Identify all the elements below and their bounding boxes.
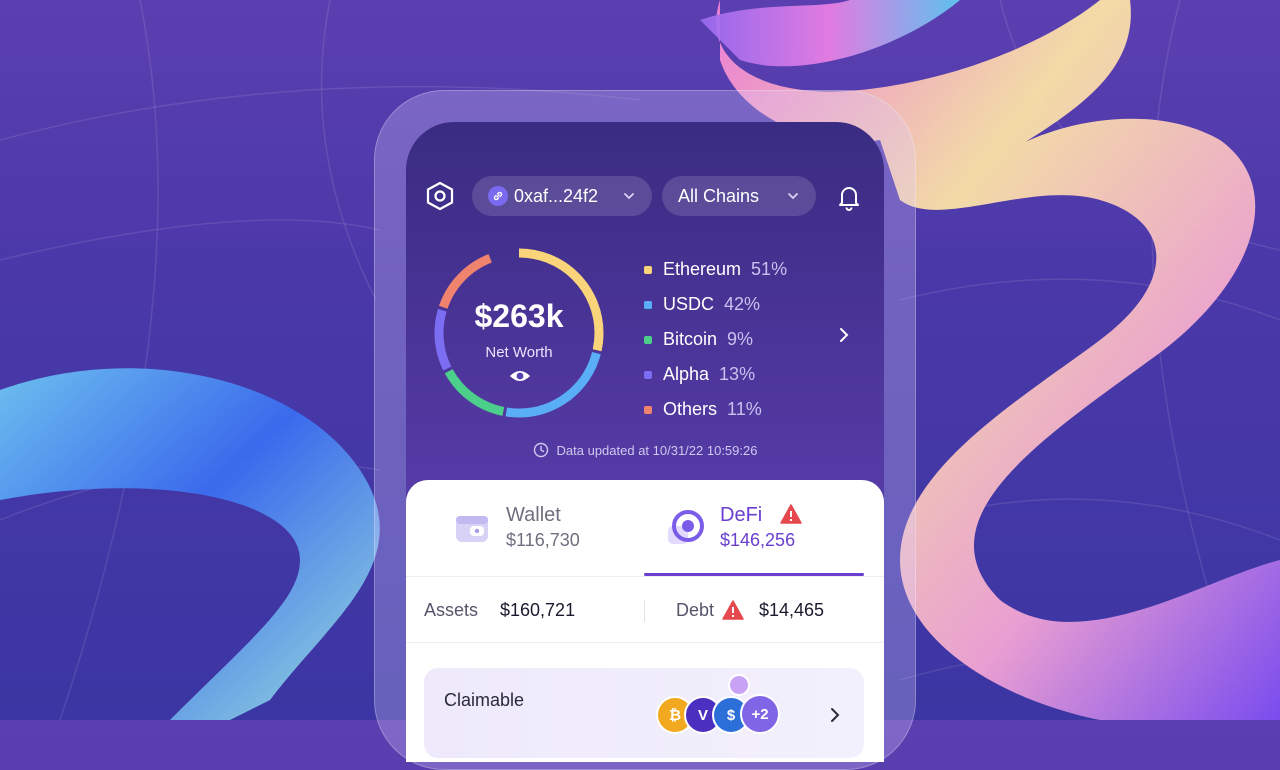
eye-icon[interactable] [509, 368, 531, 384]
debt-label: Debt [676, 600, 715, 620]
address-text: 0xaf...24f2 [514, 185, 599, 206]
more-tokens-badge: +2 [740, 694, 780, 734]
token-icon [728, 674, 750, 696]
net-worth-summary: $263k Net Worth [432, 246, 606, 420]
settings-button[interactable] [424, 180, 456, 212]
legend-percent: 9% [727, 329, 754, 349]
legend-percent: 42% [724, 294, 761, 314]
legend-name: Ethereum [663, 259, 742, 279]
legend-item-ethereum: Ethereum 51% [644, 252, 864, 287]
net-worth-label: Net Worth [485, 344, 553, 361]
address-selector[interactable]: 0xaf...24f2 [472, 176, 652, 216]
clock-icon [533, 442, 548, 458]
divider [644, 600, 645, 622]
chain-selector[interactable]: All Chains [662, 176, 816, 216]
chevron-down-icon [624, 193, 634, 200]
legend-color [644, 405, 652, 414]
divider [406, 642, 884, 643]
tab-wallet-value: $116,730 [506, 530, 580, 550]
claimable-label: Claimable [444, 690, 525, 710]
assets-label: Assets [424, 600, 479, 620]
legend-color [644, 265, 652, 274]
chain-text: All Chains [678, 185, 760, 206]
link-icon [488, 186, 508, 206]
legend-percent: 51% [751, 259, 788, 279]
legend-color [644, 335, 652, 344]
warning-icon [722, 600, 744, 620]
legend-name: Alpha [663, 364, 710, 384]
bell-icon[interactable] [834, 182, 864, 212]
data-updated-note: Data updated at 10/31/22 10:59:26 [406, 442, 884, 458]
chevron-right-icon[interactable] [836, 325, 852, 345]
legend-percent: 11% [727, 399, 762, 419]
divider [406, 576, 884, 577]
legend-percent: 13% [719, 364, 756, 384]
tab-wallet[interactable]: Wallet $116,730 [454, 500, 644, 570]
legend-item-alpha: Alpha 13% [644, 357, 864, 392]
tab-defi-label: DeFi [720, 504, 763, 526]
legend-color [644, 300, 652, 309]
legend-name: USDC [663, 294, 715, 314]
assets-value: $160,721 [500, 600, 576, 620]
tab-defi[interactable]: DeFi $146,256 [668, 500, 868, 570]
updated-text: Data updated at 10/31/22 10:59:26 [556, 442, 758, 458]
hexagon-settings-icon [426, 181, 454, 211]
legend-name: Others [663, 399, 718, 419]
net-worth-value: $263k [474, 298, 564, 334]
claimable-card[interactable]: Claimable ₿ V $ +2 [424, 668, 864, 758]
tab-defi-value: $146,256 [720, 530, 796, 550]
tab-wallet-label: Wallet [506, 504, 561, 526]
chevron-down-icon [788, 193, 798, 200]
app-screen: 0xaf...24f2 All Chains $263k Net Worth E… [406, 122, 884, 762]
legend-item-others: Others 11% [644, 392, 864, 427]
wallet-icon [456, 516, 488, 542]
legend-name: Bitcoin [663, 329, 718, 349]
defi-icon [668, 510, 704, 544]
legend-item-usdc: USDC 42% [644, 287, 864, 322]
legend-color [644, 370, 652, 379]
assets-debt-row: Assets $160,721 Debt $14,465 [406, 598, 884, 628]
top-bar: 0xaf...24f2 All Chains [406, 176, 884, 216]
warning-icon [780, 504, 802, 524]
allocation-legend[interactable]: Ethereum 51% USDC 42% Bitcoin 9% Alpha 1… [644, 252, 864, 427]
debt-value: $14,465 [759, 600, 825, 620]
chevron-right-icon[interactable] [828, 706, 842, 724]
legend-item-bitcoin: Bitcoin 9% [644, 322, 864, 357]
